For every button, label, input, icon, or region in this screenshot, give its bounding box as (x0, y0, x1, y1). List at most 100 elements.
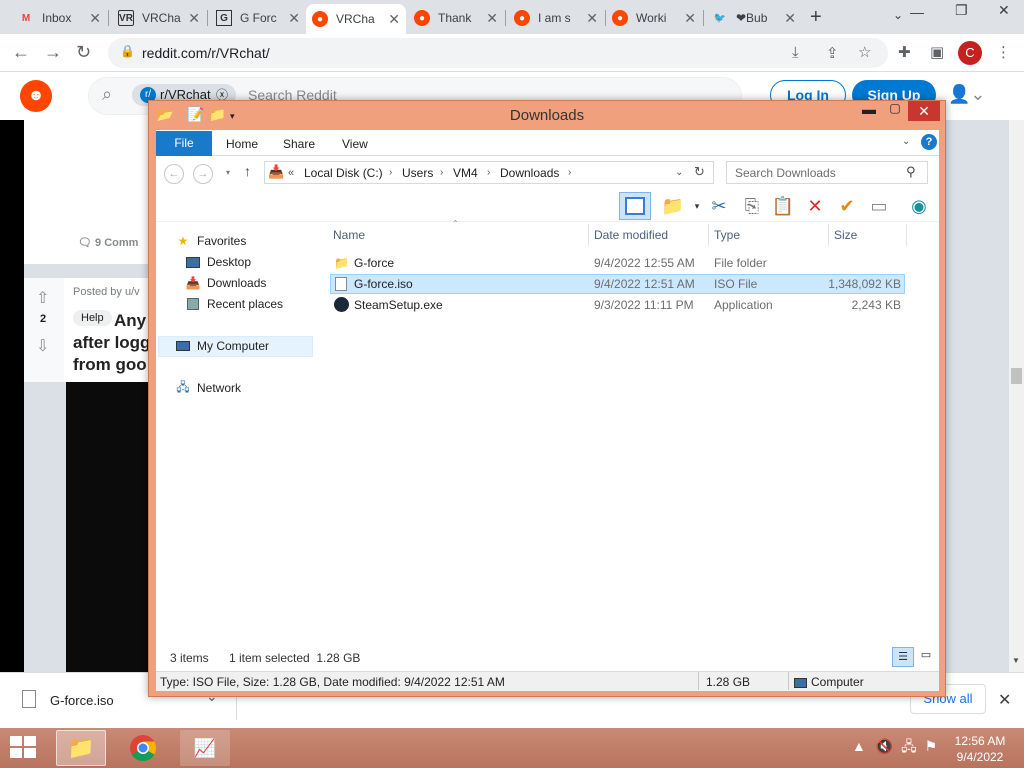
side-panel-icon[interactable]: ▣ (930, 43, 944, 61)
action-center-icon[interactable]: ⚑ (925, 738, 938, 754)
extensions-icon[interactable]: ✚ (898, 43, 911, 61)
column-divider[interactable] (708, 224, 709, 246)
nav-my-computer[interactable]: My Computer (175, 339, 269, 353)
upvote-icon[interactable]: ⇧ (36, 288, 49, 308)
system-clock[interactable]: 12:56 AM 9/4/2022 (950, 733, 1010, 765)
ribbon-tab-share[interactable]: Share (283, 137, 315, 151)
restore-icon[interactable]: ❐ (955, 2, 968, 19)
bookmark-star-icon[interactable]: ☆ (858, 43, 871, 61)
user-menu-icon[interactable]: 👤⌄ (948, 84, 986, 105)
close-icon[interactable]: ✕ (288, 10, 300, 27)
column-divider[interactable] (828, 224, 829, 246)
nav-downloads[interactable]: 📥 Downloads (185, 276, 267, 290)
breadcrumb-vm4[interactable]: VM4 (453, 166, 478, 180)
close-icon[interactable]: ✕ (486, 10, 498, 27)
tab-twitter[interactable]: 🐦 ❤Bub ✕ (706, 4, 802, 32)
paste-icon[interactable]: 📋 (770, 194, 796, 218)
help-flair[interactable]: Help (73, 310, 112, 326)
up-icon[interactable]: ↑ (244, 163, 251, 179)
forward-icon[interactable]: → (44, 42, 62, 63)
details-view-icon[interactable]: ☰ (892, 647, 914, 667)
close-icon[interactable]: ✕ (998, 690, 1011, 710)
minimize-icon[interactable]: ▬ (856, 101, 882, 119)
ribbon-expand-icon[interactable]: ⌄ (902, 136, 910, 147)
menu-icon[interactable]: ⋮ (996, 43, 1011, 61)
column-header-type[interactable]: Type (714, 228, 740, 242)
downvote-icon[interactable]: ⇩ (36, 336, 49, 356)
share-icon[interactable]: ⇪ (826, 44, 839, 62)
folder-options-icon[interactable]: 📁 (660, 194, 686, 218)
post-video[interactable] (66, 382, 154, 672)
system-tray[interactable]: ▲ 🔇 🖧 ⚑ (852, 736, 937, 760)
reload-icon[interactable]: ↻ (76, 42, 91, 63)
breadcrumb-users[interactable]: Users (402, 166, 433, 180)
recent-locations-icon[interactable]: ▾ (226, 168, 230, 177)
close-icon[interactable]: ✕ (188, 10, 200, 27)
comments-link[interactable]: 🗨 9 Comm (78, 236, 138, 249)
maximize-icon[interactable]: ▢ (882, 101, 908, 119)
new-tab-button[interactable]: + (810, 6, 822, 29)
tab-gmail[interactable]: M Inbox ✕ (12, 4, 107, 32)
delete-icon[interactable]: ✕ (802, 194, 828, 218)
close-window-icon[interactable]: ✕ (998, 2, 1010, 19)
tab-g-force[interactable]: G G Forc ✕ (210, 4, 306, 32)
breadcrumb-separator-icon[interactable]: › (440, 167, 443, 178)
close-icon[interactable]: ✕ (784, 10, 796, 27)
help-icon[interactable]: ? (921, 134, 937, 150)
close-icon[interactable]: ✕ (684, 10, 696, 27)
close-icon[interactable]: ✕ (586, 10, 598, 27)
breadcrumb-separator-icon[interactable]: › (568, 167, 571, 178)
forward-icon[interactable]: → (193, 164, 213, 184)
close-icon[interactable]: ✕ (388, 11, 400, 28)
profile-avatar[interactable]: C (958, 41, 982, 65)
address-bar[interactable]: 🔒 reddit.com/r/VRchat/ (108, 38, 888, 68)
ribbon-tab-file[interactable]: File (156, 131, 212, 156)
properties-icon[interactable]: ▭ (866, 194, 892, 218)
tab-reddit-thank[interactable]: ● Thank ✕ (408, 4, 504, 32)
tab-reddit-working[interactable]: ● Worki ✕ (606, 4, 702, 32)
tab-search-icon[interactable]: ⌄ (893, 8, 903, 22)
performance-monitor-taskbar-button[interactable]: 📈 (180, 730, 230, 766)
install-icon[interactable]: ⤓ (792, 44, 799, 61)
close-window-icon[interactable]: ✕ (908, 101, 940, 121)
column-header-size[interactable]: Size (834, 228, 857, 242)
breadcrumb-separator-icon[interactable]: › (389, 167, 392, 178)
column-header-date[interactable]: Date modified (594, 228, 668, 242)
large-icons-view-icon[interactable]: ▭ (916, 648, 936, 666)
volume-muted-icon[interactable]: 🔇 (876, 738, 893, 754)
copy-icon[interactable]: ⎘ (739, 194, 765, 218)
ribbon-tab-home[interactable]: Home (226, 137, 258, 151)
ribbon-tab-view[interactable]: View (342, 137, 368, 151)
scroll-down-icon[interactable]: ▼ (1012, 656, 1020, 665)
column-divider[interactable] (906, 224, 907, 246)
file-explorer-taskbar-button[interactable]: 📁 (56, 730, 106, 766)
tab-reddit-iam[interactable]: ● I am s ✕ (508, 4, 604, 32)
page-scrollbar[interactable] (1009, 120, 1024, 672)
posted-by[interactable]: Posted by u/v (73, 286, 153, 298)
breadcrumb-downloads[interactable]: Downloads (500, 166, 559, 180)
nav-desktop[interactable]: Desktop (185, 255, 251, 269)
close-icon[interactable]: ✕ (89, 10, 101, 27)
breadcrumb-overflow-icon[interactable]: « (288, 167, 294, 179)
breadcrumb-local-disk[interactable]: Local Disk (C:) (304, 166, 383, 180)
breadcrumb-separator-icon[interactable]: › (487, 167, 490, 178)
back-icon[interactable]: ← (12, 42, 30, 63)
back-icon[interactable]: ← (164, 164, 184, 184)
minimize-icon[interactable]: — (910, 4, 924, 20)
nav-recent-places[interactable]: Recent places (185, 297, 283, 311)
network-icon[interactable]: 🖧 (901, 738, 917, 754)
tray-expand-icon[interactable]: ▲ (852, 738, 866, 754)
windows-start-icon[interactable] (10, 736, 38, 760)
cut-icon[interactable]: ✂ (706, 194, 732, 218)
nav-network[interactable]: 🖧 Network (175, 380, 241, 396)
column-divider[interactable] (588, 224, 589, 246)
file-row-selected[interactable]: G-force.iso 9/4/2022 12:51 AM ISO File 1… (330, 274, 905, 294)
scrollbar-thumb[interactable] (1011, 368, 1022, 384)
tab-reddit-vrchat[interactable]: ● VRCha ✕ (306, 4, 406, 34)
address-dropdown-icon[interactable]: ⌄ (675, 167, 683, 178)
tab-vrchat[interactable]: VR VRCha ✕ (112, 4, 206, 32)
file-row[interactable]: SteamSetup.exe 9/3/2022 11:11 PM Applica… (330, 295, 905, 315)
checkmark-icon[interactable]: ✔ (834, 194, 860, 218)
preview-pane-button[interactable] (619, 192, 651, 220)
globe-icon[interactable]: ◉ (906, 194, 932, 218)
